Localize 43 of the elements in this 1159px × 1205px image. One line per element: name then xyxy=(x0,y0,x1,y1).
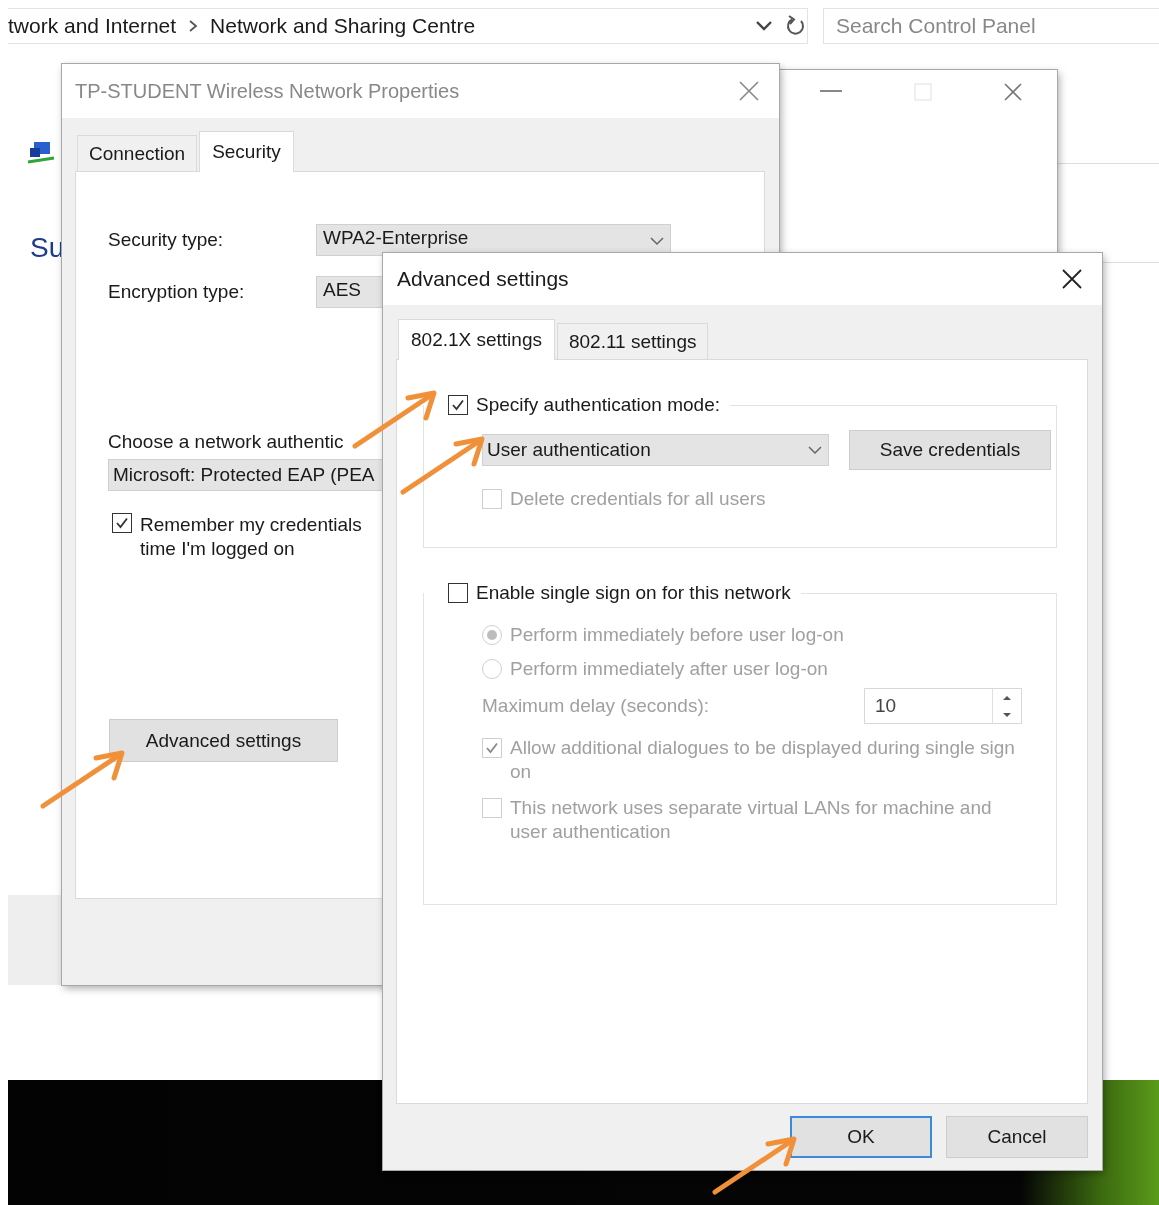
breadcrumb-item[interactable]: Network and Sharing Centre xyxy=(210,14,476,38)
field-label: Maximum delay (seconds): xyxy=(482,695,710,717)
dialog-title: Advanced settings xyxy=(397,267,569,291)
checkbox-label: Remember my credentials time I'm logged on xyxy=(140,513,363,561)
dialog-button[interactable]: OK xyxy=(790,1116,932,1158)
field-label: Security type: xyxy=(108,229,225,251)
tab[interactable]: Security xyxy=(199,131,294,172)
advanced-settings-button[interactable]: Advanced settings xyxy=(109,719,338,762)
address-bar[interactable]: twork and Internet Network and Sharing Centre xyxy=(8,8,808,44)
dialog-button[interactable]: Cancel xyxy=(946,1116,1088,1158)
checkbox-label: Specify authentication mode: xyxy=(476,394,720,416)
radio-label: Perform immediately before user log-on xyxy=(510,624,844,646)
checkbox-label: Allow additional dialogues to be displayed during single sign on xyxy=(510,736,1015,784)
chevron-right-icon xyxy=(188,19,199,33)
close-icon xyxy=(1003,82,1023,102)
checkmark-icon xyxy=(451,398,465,412)
checkmark-icon xyxy=(115,516,129,530)
checkbox[interactable] xyxy=(448,395,468,415)
checkbox-label: This network uses separate virtual LANs for machine and user authentication xyxy=(510,796,993,844)
maximize-icon xyxy=(913,83,932,101)
dropdown-icon xyxy=(755,20,773,32)
dropdown[interactable]: WPA2-Enterprise xyxy=(316,224,671,256)
tab[interactable]: Connection xyxy=(77,135,198,171)
checkbox[interactable] xyxy=(448,583,468,603)
dialog-title: TP-STUDENT Wireless Network Properties xyxy=(75,79,460,103)
tab[interactable]: 802.1X settings xyxy=(398,319,555,360)
radio-label: Perform immediately after user log-on xyxy=(510,658,828,680)
spin-down-icon xyxy=(1002,711,1012,718)
close-button[interactable] xyxy=(1062,269,1082,289)
save-credentials-button[interactable]: Save credentials xyxy=(849,430,1051,470)
checkbox[interactable] xyxy=(112,513,132,533)
tab[interactable]: 802.11 settings xyxy=(557,323,709,359)
dropdown[interactable]: User authentication xyxy=(482,434,829,466)
checkbox-label: Delete credentials for all users xyxy=(510,488,766,510)
refresh-icon xyxy=(785,15,807,37)
checkmark-icon xyxy=(485,741,499,755)
spin-up-icon xyxy=(1002,694,1012,701)
breadcrumb-item[interactable]: twork and Internet xyxy=(8,14,177,38)
field-label: Choose a network authentic xyxy=(108,431,344,453)
checkbox-label: Enable single sign on for this network xyxy=(476,582,791,604)
field-label: Encryption type: xyxy=(108,281,246,303)
minimize-icon xyxy=(820,90,842,94)
search-field[interactable]: Search Control Panel xyxy=(823,8,1159,44)
